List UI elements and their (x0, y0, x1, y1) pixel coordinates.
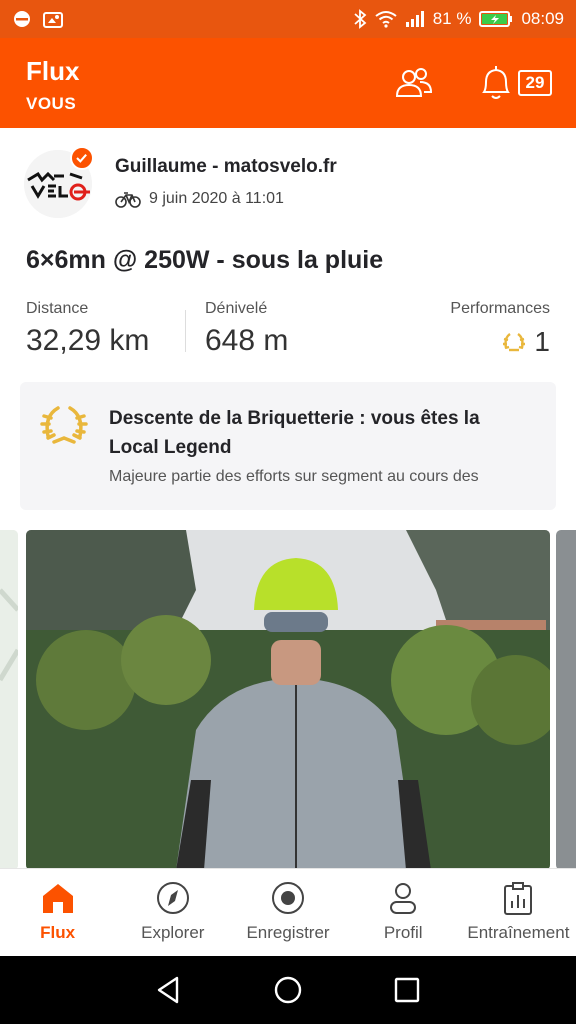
battery-percent: 81 % (432, 9, 472, 28)
home-circle-icon[interactable] (273, 975, 303, 1005)
tab-label: Explorer (141, 923, 205, 942)
stat-divider (185, 310, 186, 352)
stat-value-elevation: 648 m (205, 324, 289, 357)
map-preview[interactable] (0, 530, 18, 870)
activity-date: 9 juin 2020 à 11:01 (149, 190, 284, 207)
bottom-tab-bar: Flux Explorer Enregistrer Profil Entraîn… (0, 868, 576, 956)
notifications-button[interactable]: 29 (478, 62, 558, 104)
recents-square-icon[interactable] (393, 976, 421, 1004)
tab-flux[interactable]: Flux (0, 869, 115, 956)
segment-description: Majeure partie des efforts sur segment a… (109, 468, 479, 485)
photo-notification-icon (43, 12, 63, 28)
battery-charging-icon (479, 11, 513, 27)
cyclist-photo (26, 530, 550, 870)
stat-label-distance: Distance (26, 300, 89, 317)
page-title: Flux (26, 56, 80, 86)
bell-icon (482, 66, 510, 99)
tab-label: Entraînement (467, 923, 570, 942)
feed-filter-label[interactable]: VOUS (26, 94, 76, 114)
notification-count-badge: 29 (518, 70, 552, 96)
activity-photo[interactable] (26, 530, 550, 870)
friends-icon[interactable] (394, 66, 434, 100)
bike-icon (115, 192, 141, 208)
tab-label: Enregistrer (246, 923, 330, 942)
stat-label-achievements: Performances (450, 300, 550, 317)
laurel-icon (503, 333, 526, 352)
photo-carousel[interactable] (0, 530, 576, 870)
stat-value-distance: 32,29 km (26, 324, 150, 357)
clock: 08:09 (521, 9, 564, 28)
system-navigation-bar (0, 956, 576, 1024)
activity-title[interactable]: 6×6mn @ 250W - sous la pluie (26, 246, 383, 275)
tab-entrainement[interactable]: Entraînement (461, 869, 576, 956)
local-legend-callout[interactable]: Descente de la Briquetterie : vous êtes … (20, 382, 556, 510)
activity-card[interactable]: Guillaume - matosvelo.fr 9 juin 2020 à 1… (0, 128, 576, 870)
stat-value-achievements: 1 (534, 326, 550, 357)
activity-meta: 9 juin 2020 à 11:01 (115, 190, 284, 208)
compass-icon (156, 882, 189, 914)
next-photo-preview[interactable] (556, 530, 576, 870)
map-thumbnail (0, 530, 18, 870)
athlete-name[interactable]: Guillaume - matosvelo.fr (115, 156, 337, 178)
tab-profil[interactable]: Profil (346, 869, 461, 956)
wifi-icon (375, 11, 397, 28)
clipboard-chart-icon (504, 882, 533, 915)
back-icon[interactable] (155, 975, 183, 1005)
tab-enregistrer[interactable]: Enregistrer (230, 869, 345, 956)
stat-label-elevation: Dénivelé (205, 300, 268, 317)
profile-icon (390, 883, 417, 914)
verified-badge-icon (70, 146, 94, 170)
signal-icon (405, 11, 424, 27)
tab-label: Flux (40, 923, 76, 942)
segment-title: Descente de la Briquetterie : vous êtes … (109, 408, 480, 458)
app-header: Flux VOUS 29 (0, 38, 576, 128)
record-icon (272, 882, 304, 914)
notification-icon (14, 11, 30, 27)
home-icon (42, 884, 73, 913)
stat-achievements: 1 (500, 326, 550, 358)
tab-label: Profil (383, 923, 423, 942)
bluetooth-icon (354, 9, 367, 29)
tab-explorer[interactable]: Explorer (115, 869, 230, 956)
laurel-icon (40, 406, 88, 444)
status-bar: 81 % 08:09 (0, 0, 576, 38)
